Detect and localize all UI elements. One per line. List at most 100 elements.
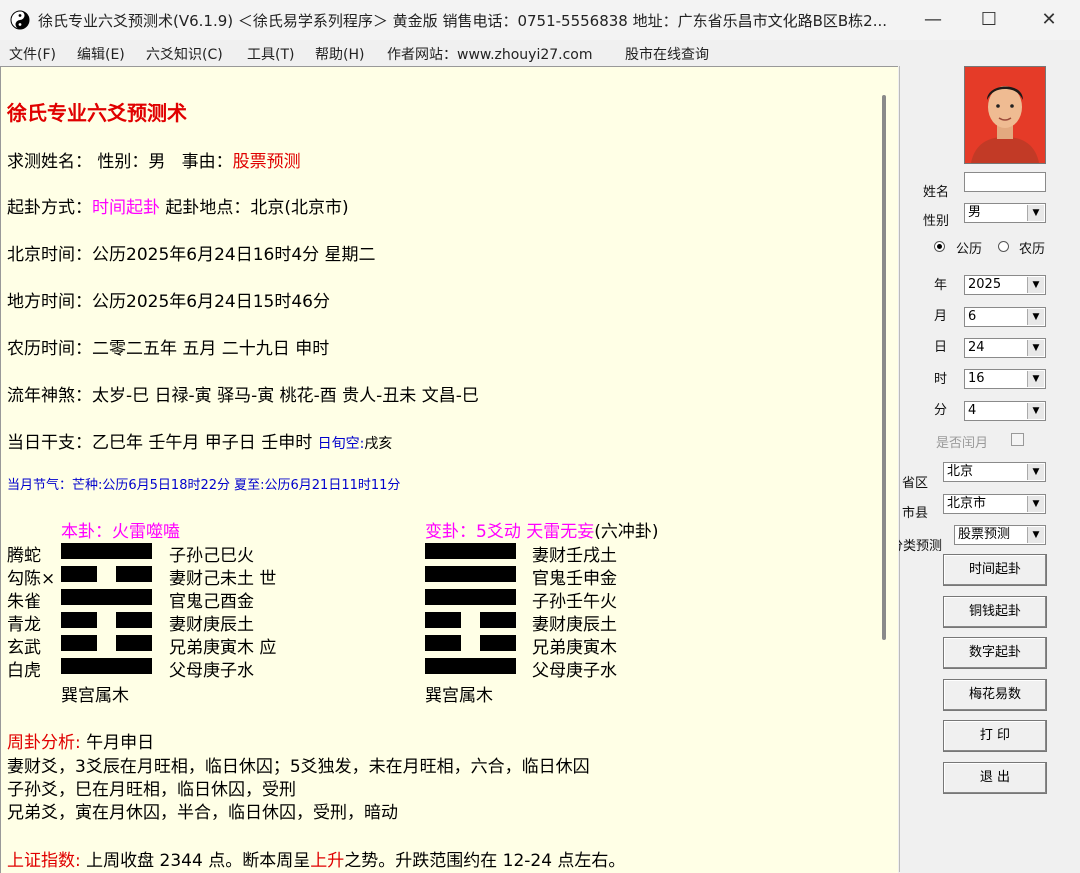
chevron-down-icon[interactable]: ▼ bbox=[1027, 205, 1044, 221]
yin-line bbox=[61, 635, 152, 651]
chevron-down-icon[interactable]: ▼ bbox=[1027, 464, 1044, 480]
day-select-value: 24 bbox=[968, 340, 985, 355]
report-panel: 徐氏专业六爻预测术 求测姓名： 性别：男 事由：股票预测 起卦方式：时间起卦 起… bbox=[0, 66, 877, 873]
province-label: 省区 bbox=[902, 476, 929, 491]
six-beast-label: 玄武 bbox=[7, 638, 41, 658]
shensha-line: 流年神煞：太岁-巳 日禄-寅 驿马-寅 桃花-酉 贵人-丑未 文昌-巳 bbox=[7, 386, 479, 406]
yang-line bbox=[61, 589, 152, 605]
analysis-line: 妻财爻，3爻辰在月旺相，临日休囚；5爻独发，未在月旺相，六合，临日休囚 bbox=[7, 757, 590, 777]
scroll-thumb[interactable] bbox=[882, 95, 886, 640]
chevron-down-icon[interactable]: ▼ bbox=[1027, 496, 1044, 512]
coin-divination-button[interactable]: 铜钱起卦 bbox=[943, 596, 1047, 628]
week-line: 周卦分析: 午月申日 bbox=[7, 728, 154, 753]
minute-select[interactable]: 4 ▼ bbox=[964, 401, 1046, 421]
ben-yao-text: 官鬼己酉金 bbox=[169, 592, 254, 612]
close-button[interactable]: ✕ bbox=[1020, 0, 1078, 40]
day-label: 日 bbox=[934, 340, 948, 355]
vertical-scrollbar[interactable] bbox=[876, 66, 898, 873]
request-line: 求测姓名： 性别：男 事由：股票预测 bbox=[7, 147, 301, 172]
city-select[interactable]: 北京市 ▼ bbox=[943, 494, 1046, 514]
bian-gua-name: 变卦：5爻动 天雷无妄 bbox=[425, 522, 595, 542]
maximize-button[interactable]: ☐ bbox=[960, 0, 1018, 40]
gender-select-value: 男 bbox=[968, 205, 982, 220]
report-title: 徐氏专业六爻预测术 bbox=[7, 101, 187, 125]
menu-author-site[interactable]: 作者网站：www.zhouyi27.com bbox=[387, 44, 593, 64]
name-label: 求测姓名： bbox=[7, 152, 92, 172]
index-label: 上证指数: bbox=[7, 851, 81, 871]
ben-yao-text: 父母庚子水 bbox=[169, 661, 254, 681]
chevron-down-icon[interactable]: ▼ bbox=[1027, 309, 1044, 325]
bian-gua-note: (六冲卦) bbox=[594, 522, 659, 542]
minute-label: 分 bbox=[934, 403, 948, 418]
menu-stock-online[interactable]: 股市在线查询 bbox=[625, 44, 709, 64]
method-line: 起卦方式：时间起卦 起卦地点：北京(北京市) bbox=[7, 193, 349, 218]
bian-yao-text: 父母庚子水 bbox=[532, 661, 617, 681]
six-beast-label: 勾陈× bbox=[7, 569, 56, 589]
title-bar: 徐氏专业六爻预测术(V6.1.9) ＜徐氏易学系列程序＞ 黄金版 销售电话：07… bbox=[0, 0, 1080, 40]
month-select[interactable]: 6 ▼ bbox=[964, 307, 1046, 327]
solar-label: 公历 bbox=[956, 242, 983, 257]
method-label: 起卦方式： bbox=[7, 198, 92, 218]
bian-yao-text: 子孙壬午火 bbox=[532, 592, 617, 612]
week-label: 周卦分析: bbox=[7, 733, 81, 753]
leap-month-checkbox[interactable] bbox=[1011, 433, 1024, 446]
menu-help[interactable]: 帮助(H) bbox=[315, 44, 364, 64]
gender-select[interactable]: 男 ▼ bbox=[964, 203, 1046, 223]
analysis-line: 子孙爻，巳在月旺相，临日休囚，受刑 bbox=[7, 780, 296, 800]
reason-label: 事由： bbox=[181, 152, 233, 172]
chevron-down-icon[interactable]: ▼ bbox=[1027, 403, 1044, 419]
month-label: 月 bbox=[934, 309, 948, 324]
ben-palace: 巽宫属木 bbox=[61, 686, 129, 706]
bian-palace: 巽宫属木 bbox=[425, 686, 493, 706]
ben-yao-text: 妻财己未土 世 bbox=[169, 569, 277, 589]
yang-line bbox=[425, 543, 516, 559]
method-value: 时间起卦 bbox=[92, 198, 160, 218]
chevron-down-icon[interactable]: ▼ bbox=[1027, 527, 1044, 543]
ganzhi-line: 当日干支：乙巳年 壬午月 甲子日 壬申时 日旬空:戌亥 bbox=[7, 428, 392, 453]
name-input[interactable] bbox=[964, 172, 1046, 192]
name-field-label: 姓名 bbox=[923, 185, 950, 200]
six-beast-label: 腾蛇 bbox=[7, 546, 41, 566]
index-text-b: 之势。升跌范围约在 12-24 点左右。 bbox=[344, 851, 626, 871]
reason-value: 股票预测 bbox=[232, 152, 301, 172]
yin-line bbox=[61, 612, 152, 628]
chevron-down-icon[interactable]: ▼ bbox=[1027, 277, 1044, 293]
six-beast-label: 青龙 bbox=[7, 615, 41, 635]
bian-yao-text: 妻财壬戌土 bbox=[532, 546, 617, 566]
plum-blossom-button[interactable]: 梅花易数 bbox=[943, 679, 1047, 711]
ben-yao-text: 子孙己巳火 bbox=[169, 546, 254, 566]
menu-tools[interactable]: 工具(T) bbox=[247, 44, 294, 64]
lunar-radio[interactable] bbox=[998, 241, 1009, 252]
hour-label: 时 bbox=[934, 372, 948, 387]
menu-file[interactable]: 文件(F) bbox=[9, 44, 56, 64]
yang-line bbox=[425, 658, 516, 674]
time-divination-button[interactable]: 时间起卦 bbox=[943, 554, 1047, 586]
hour-select-value: 16 bbox=[968, 371, 985, 386]
chevron-down-icon[interactable]: ▼ bbox=[1027, 340, 1044, 356]
year-select[interactable]: 2025 ▼ bbox=[964, 275, 1046, 295]
lunar-label: 农历 bbox=[1019, 242, 1046, 257]
menu-bar: 文件(F) 编辑(E) 六爻知识(C) 工具(T) 帮助(H) 作者网站：www… bbox=[0, 40, 1080, 66]
province-select[interactable]: 北京 ▼ bbox=[943, 462, 1046, 482]
six-beast-label: 朱雀 bbox=[7, 592, 41, 612]
menu-edit[interactable]: 编辑(E) bbox=[77, 44, 125, 64]
category-label: 分类预测 bbox=[899, 539, 943, 554]
index-line: 上证指数: 上周收盘 2344 点。断本周呈上升之势。升跌范围约在 12-24 … bbox=[7, 846, 625, 871]
minimize-button[interactable]: — bbox=[904, 0, 962, 40]
solar-radio[interactable] bbox=[934, 241, 945, 252]
exit-button[interactable]: 退 出 bbox=[943, 762, 1047, 794]
category-select[interactable]: 股票预测 ▼ bbox=[954, 525, 1046, 545]
number-divination-button[interactable]: 数字起卦 bbox=[943, 637, 1047, 669]
yin-line bbox=[425, 635, 516, 651]
gender-text: 性别：男 bbox=[97, 152, 166, 172]
beijing-time: 北京时间：公历2025年6月24日16时4分 星期二 bbox=[7, 245, 376, 265]
print-button[interactable]: 打 印 bbox=[943, 720, 1047, 752]
province-select-value: 北京 bbox=[947, 464, 974, 479]
yin-line bbox=[61, 566, 152, 582]
day-select[interactable]: 24 ▼ bbox=[964, 338, 1046, 358]
hour-select[interactable]: 16 ▼ bbox=[964, 369, 1046, 389]
week-value: 午月申日 bbox=[86, 733, 155, 753]
chevron-down-icon[interactable]: ▼ bbox=[1027, 371, 1044, 387]
window-title: 徐氏专业六爻预测术(V6.1.9) ＜徐氏易学系列程序＞ 黄金版 销售电话：07… bbox=[38, 12, 888, 30]
menu-knowledge[interactable]: 六爻知识(C) bbox=[146, 44, 223, 64]
